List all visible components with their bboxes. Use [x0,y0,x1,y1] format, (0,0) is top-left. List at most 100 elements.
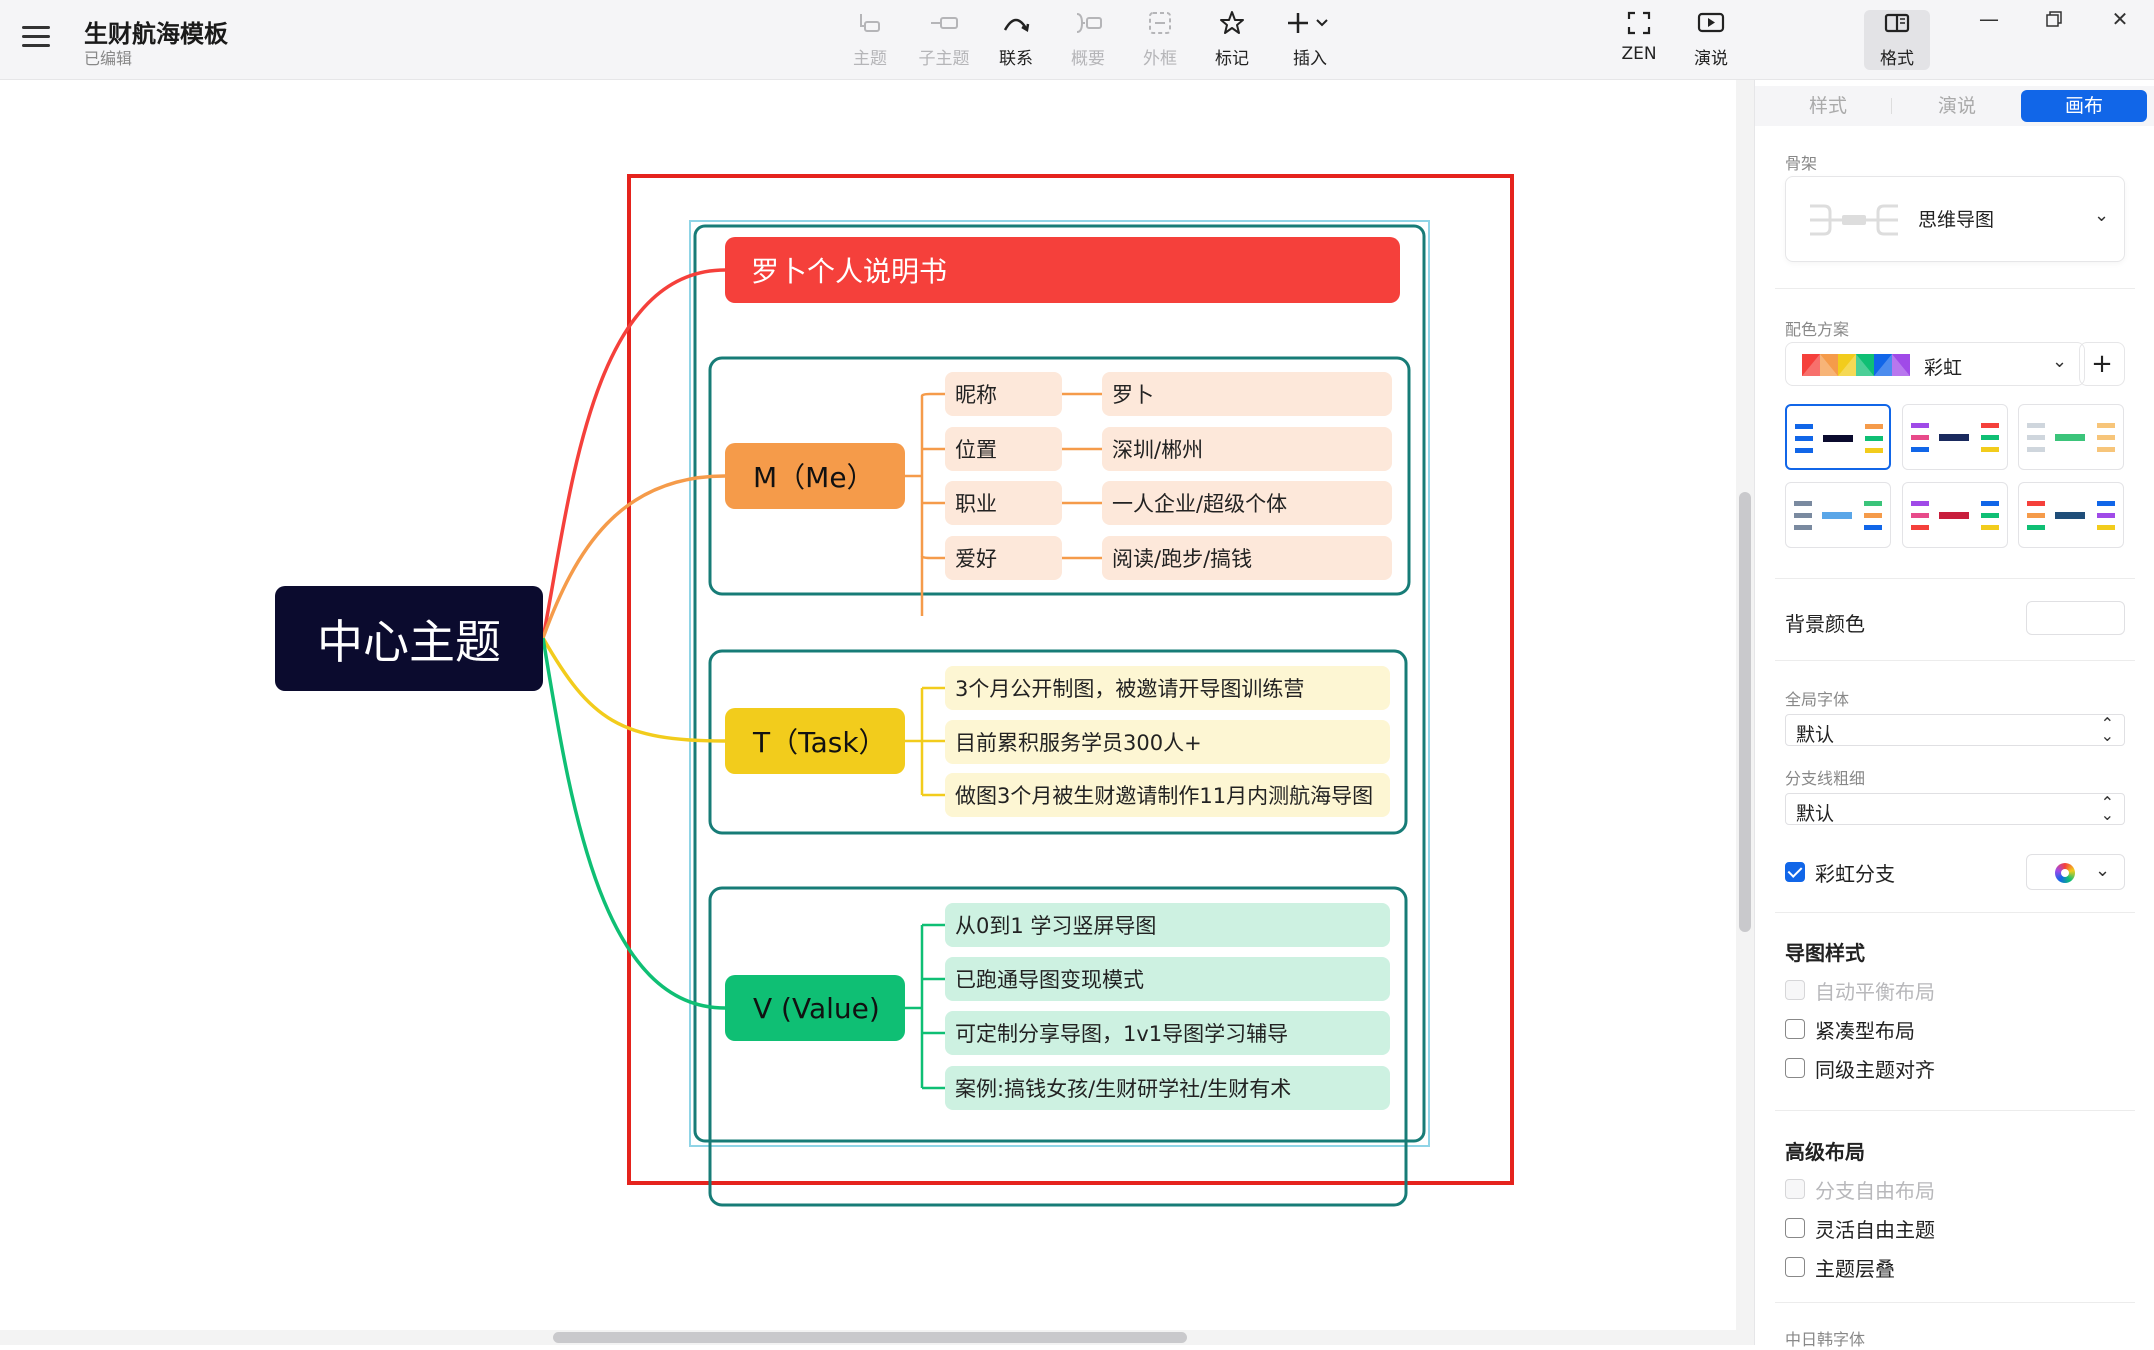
align-same-level-option[interactable]: 同级主题对齐 [1785,1054,1935,1082]
t-topic[interactable]: T（Task） [725,708,905,774]
marker-button[interactable]: 标记 [1199,10,1265,70]
branch-free-checkbox [1785,1179,1805,1199]
global-font-select[interactable]: 默认 ⌃ ⌄ [1785,714,2125,746]
rainbow-branch-checkbox[interactable] [1785,862,1805,882]
tab-present[interactable]: 演说 [1894,90,2020,122]
theme-thumbnail[interactable] [1785,482,1891,548]
panel-layout-icon [1864,10,1930,42]
m-topic[interactable]: M（Me） [725,443,905,509]
theme-thumbnail[interactable] [1785,404,1891,470]
format-button[interactable]: 格式 [1864,10,1930,70]
minimize-icon[interactable]: — [1969,4,2009,34]
m-value-job[interactable]: 一人企业/超级个体 [1102,481,1392,525]
v-connectors [905,923,945,1090]
chevron-down-icon: ⌄ [2095,860,2111,881]
format-panel: 样式 演说 画布 骨架 思维导图 ⌄ 配色方案 彩虹 ⌄ + 背景颜色 全局字体… [1754,80,2154,1349]
title-topic[interactable]: 罗卜个人说明书 [725,237,1400,303]
rainbow-palette-icon [1802,354,1910,376]
mindmap-canvas[interactable]: 中心主题 罗卜个人说明书 M（Me） 昵称 罗卜 位置 深圳/郴州 职业 一人企… [0,80,1736,1330]
skeleton-label: 骨架 [1785,154,1818,173]
close-icon[interactable]: ✕ [2100,4,2140,34]
compact-layout-option[interactable]: 紧凑型布局 [1785,1015,1915,1043]
present-button[interactable]: 演说 [1678,10,1744,70]
branch-free-option: 分支自由布局 [1785,1175,1935,1203]
t-item[interactable]: 做图3个月被生财邀请制作11月内测航海导图 [945,773,1390,817]
branch-width-select[interactable]: 默认 ⌃ ⌄ [1785,793,2125,825]
horizontal-scrollbar[interactable] [0,1330,1754,1345]
m-key-nickname[interactable]: 昵称 [945,372,1062,416]
star-icon [1199,10,1265,42]
chevron-down-icon: ⌄ [2052,351,2068,372]
skeleton-select[interactable]: 思维导图 ⌄ [1785,176,2125,262]
t-connectors [905,686,945,797]
background-color-label: 背景颜色 [1785,612,1865,636]
menu-icon[interactable] [22,26,50,48]
central-topic[interactable]: 中心主题 [275,586,543,691]
auto-balance-option: 自动平衡布局 [1785,976,1935,1004]
t-item[interactable]: 3个月公开制图，被邀请开导图训练营 [945,666,1390,710]
branch-m [541,474,726,639]
summary-button[interactable]: 概要 [1055,10,1121,70]
v-topic[interactable]: V (Value) [725,975,905,1041]
boundary-button[interactable]: 外框 [1127,10,1193,70]
color-wheel-icon [2055,863,2075,883]
v-item[interactable]: 可定制分享导图，1v1导图学习辅导 [945,1011,1390,1055]
flexible-free-option[interactable]: 灵活自由主题 [1785,1214,1935,1242]
m-value-nickname[interactable]: 罗卜 [1102,372,1392,416]
tab-canvas[interactable]: 画布 [2021,90,2147,122]
rainbow-branch-option[interactable]: 彩虹分支 [1785,858,1895,886]
branch-t [541,637,726,743]
branch-width-label: 分支线粗细 [1785,769,1866,788]
vertical-scrollbar[interactable] [1736,80,1754,1330]
t-item[interactable]: 目前累积服务学员300人+ [945,720,1390,764]
relation-button[interactable]: 联系 [983,10,1049,70]
document-status: 已编辑 [84,49,133,68]
theme-thumbnail[interactable] [2018,404,2124,470]
horizontal-scroll-thumb[interactable] [553,1332,1187,1343]
subtopic-icon [911,10,977,42]
subtopic-button[interactable]: 子主题 [911,10,977,70]
topic-button[interactable]: 主题 [837,10,903,70]
zen-button[interactable]: ZEN [1606,10,1672,70]
vertical-scroll-thumb[interactable] [1739,492,1751,932]
v-item[interactable]: 从0到1 学习竖屏导图 [945,903,1390,947]
boundary-icon [1127,10,1193,42]
theme-thumbnail[interactable] [1902,482,2008,548]
rainbow-color-picker[interactable]: ⌄ [2026,854,2125,890]
branch-v [541,637,726,1010]
branch-title [541,268,726,639]
chevron-down-icon: ⌄ [2094,205,2110,226]
m-key-location[interactable]: 位置 [945,427,1062,471]
panel-tabs: 样式 演说 画布 [1755,86,2154,126]
m-value-location[interactable]: 深圳/郴州 [1102,427,1392,471]
m-key-hobby[interactable]: 爱好 [945,536,1062,580]
theme-thumbnail[interactable] [1902,404,2008,470]
relation-curve-icon [983,10,1049,42]
restore-icon[interactable] [2034,4,2074,34]
background-color-swatch[interactable] [2026,601,2125,635]
flexible-free-checkbox[interactable] [1785,1218,1805,1238]
compact-layout-checkbox[interactable] [1785,1019,1805,1039]
fullscreen-icon [1606,10,1672,42]
document-title[interactable]: 生财航海模板 [84,14,228,49]
color-scheme-select[interactable]: 彩虹 ⌄ [1785,342,2085,386]
v-item[interactable]: 已跑通导图变现模式 [945,957,1390,1001]
updown-icon: ⌃ ⌄ [2100,793,2114,824]
insert-button[interactable]: 插入 [1277,10,1343,70]
top-toolbar: 生财航海模板 已编辑 主题 子主题 联系 概要 外框 标记 插入 ZEN 演说 … [0,0,2154,80]
advanced-layout-title: 高级布局 [1785,1140,1865,1164]
align-same-level-checkbox[interactable] [1785,1058,1805,1078]
cjk-font-label: 中日韩字体 [1785,1330,1866,1349]
overlap-option[interactable]: 主题层叠 [1785,1253,1895,1281]
add-scheme-button[interactable]: + [2079,342,2125,386]
theme-thumbnail[interactable] [2018,482,2124,548]
global-font-label: 全局字体 [1785,690,1850,709]
play-screen-icon [1678,10,1744,42]
v-item[interactable]: 案例:搞钱女孩/生财研学社/生财有术 [945,1066,1390,1110]
m-key-job[interactable]: 职业 [945,481,1062,525]
m-value-hobby[interactable]: 阅读/跑步/搞钱 [1102,536,1392,580]
tab-style[interactable]: 样式 [1765,90,1891,122]
overlap-checkbox[interactable] [1785,1257,1805,1277]
color-scheme-label: 配色方案 [1785,320,1850,339]
map-style-title: 导图样式 [1785,941,1865,965]
